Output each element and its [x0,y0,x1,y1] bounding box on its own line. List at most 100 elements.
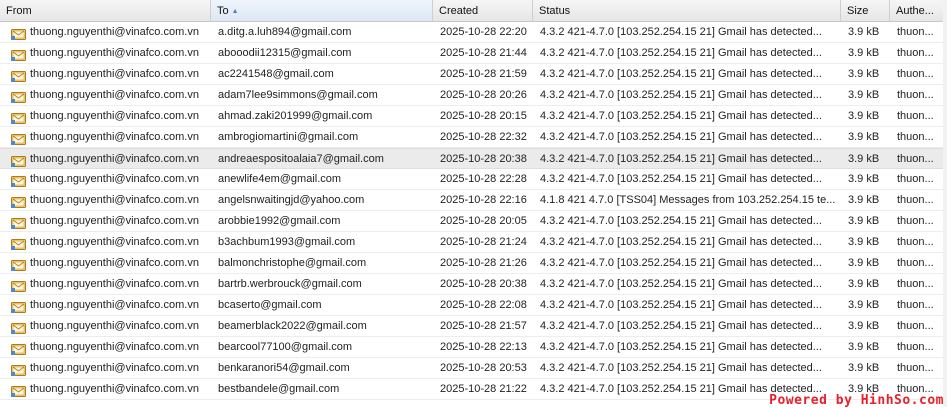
table-row[interactable]: thuong.nguyenthi@vinafco.com.vn balmonchr… [0,253,943,274]
cell-created: 2025-10-28 22:28 [440,173,527,185]
cell-size: 3.9 kB [848,110,880,122]
cell-to: bestbandele@gmail.com [218,383,340,395]
cell-authenticated: thuon... [897,89,934,101]
queued-message-icon [11,216,26,229]
table-row[interactable]: thuong.nguyenthi@vinafco.com.vn bearcool7… [0,337,943,358]
queued-message-icon [11,195,26,208]
cell-authenticated: thuon... [897,215,934,227]
table-row[interactable]: thuong.nguyenthi@vinafco.com.vn abooodii1… [0,43,943,64]
cell-from: thuong.nguyenthi@vinafco.com.vn [0,295,211,315]
queued-message-icon [11,342,26,355]
cell-status: 4.3.2 421-4.7.0 [103.252.254.15 21] Gmai… [540,68,822,80]
cell-to: arobbie1992@gmail.com [218,215,341,227]
table-row[interactable]: thuong.nguyenthi@vinafco.com.vn andreaesp… [0,148,943,169]
column-header-status[interactable]: Status [533,0,841,21]
cell-size: 3.9 kB [848,215,880,227]
cell-created: 2025-10-28 20:15 [440,110,527,122]
cell-status: 4.3.2 421-4.7.0 [103.252.254.15 21] Gmai… [540,47,822,59]
cell-to: ahmad.zaki201999@gmail.com [218,110,373,122]
cell-status: 4.3.2 421-4.7.0 [103.252.254.15 21] Gmai… [540,89,822,101]
cell-authenticated: thuon... [897,236,934,248]
cell-status: 4.3.2 421-4.7.0 [103.252.254.15 21] Gmai… [540,236,822,248]
cell-from-text: thuong.nguyenthi@vinafco.com.vn [30,110,199,122]
cell-from: thuong.nguyenthi@vinafco.com.vn [0,64,211,84]
table-row[interactable]: thuong.nguyenthi@vinafco.com.vn a.ditg.a.… [0,22,943,43]
column-header-to[interactable]: To ▲ [211,0,433,21]
table-row[interactable]: thuong.nguyenthi@vinafco.com.vn anewlife4… [0,169,943,190]
cell-status: 4.3.2 421-4.7.0 [103.252.254.15 21] Gmai… [540,215,822,227]
table-row[interactable]: thuong.nguyenthi@vinafco.com.vn bcaserto@… [0,295,943,316]
queued-message-icon [11,363,26,376]
cell-size: 3.9 kB [848,131,880,143]
column-header-label: Status [539,5,571,17]
cell-from: thuong.nguyenthi@vinafco.com.vn [0,211,211,231]
cell-to: beamerblack2022@gmail.com [218,320,367,332]
cell-created: 2025-10-28 20:38 [440,153,527,165]
table-row[interactable]: thuong.nguyenthi@vinafco.com.vn b3achbum1… [0,232,943,253]
cell-authenticated: thuon... [897,173,934,185]
cell-status: 4.3.2 421-4.7.0 [103.252.254.15 21] Gmai… [540,299,822,311]
cell-from-text: thuong.nguyenthi@vinafco.com.vn [30,299,199,311]
cell-to: bcaserto@gmail.com [218,299,322,311]
cell-from-text: thuong.nguyenthi@vinafco.com.vn [30,362,199,374]
cell-from-text: thuong.nguyenthi@vinafco.com.vn [30,278,199,290]
cell-from-text: thuong.nguyenthi@vinafco.com.vn [30,236,199,248]
cell-authenticated: thuon... [897,131,934,143]
cell-from-text: thuong.nguyenthi@vinafco.com.vn [30,131,199,143]
cell-size: 3.9 kB [848,278,880,290]
cell-created: 2025-10-28 22:16 [440,194,527,206]
column-header-label: From [6,5,32,17]
cell-size: 3.9 kB [848,89,880,101]
cell-to: adam7lee9simmons@gmail.com [218,89,378,101]
vertical-scrollbar[interactable] [943,0,947,407]
cell-created: 2025-10-28 21:59 [440,68,527,80]
queued-message-icon [11,132,26,145]
column-header-label: To [217,5,229,17]
cell-from-text: thuong.nguyenthi@vinafco.com.vn [30,26,199,38]
table-row[interactable]: thuong.nguyenthi@vinafco.com.vn ac2241548… [0,64,943,85]
cell-from: thuong.nguyenthi@vinafco.com.vn [0,22,211,42]
cell-to: andreaespositoalaia7@gmail.com [218,153,384,165]
queued-message-icon [11,90,26,103]
table-row[interactable]: thuong.nguyenthi@vinafco.com.vn beamerbla… [0,316,943,337]
table-row[interactable]: thuong.nguyenthi@vinafco.com.vn adam7lee9… [0,85,943,106]
queued-message-icon [11,300,26,313]
cell-to: anewlife4em@gmail.com [218,173,342,185]
column-header-from[interactable]: From [0,0,211,21]
queued-message-icon [11,237,26,250]
cell-authenticated: thuon... [897,278,934,290]
cell-authenticated: thuon... [897,194,934,206]
cell-from: thuong.nguyenthi@vinafco.com.vn [0,85,211,105]
table-row[interactable]: thuong.nguyenthi@vinafco.com.vn ambrogiom… [0,127,943,148]
cell-size: 3.9 kB [848,194,880,206]
table-row[interactable]: thuong.nguyenthi@vinafco.com.vn angelsnwa… [0,190,943,211]
cell-created: 2025-10-28 21:44 [440,47,527,59]
cell-authenticated: thuon... [897,26,934,38]
table-row[interactable]: thuong.nguyenthi@vinafco.com.vn bartrb.we… [0,274,943,295]
column-header-size[interactable]: Size [841,0,890,21]
queued-message-icon [11,27,26,40]
cell-status: 4.3.2 421-4.7.0 [103.252.254.15 21] Gmai… [540,278,822,290]
column-header-label: Size [847,5,869,17]
table-row[interactable]: thuong.nguyenthi@vinafco.com.vn benkarano… [0,358,943,379]
queued-message-icon [11,321,26,334]
message-list: thuong.nguyenthi@vinafco.com.vn a.ditg.a.… [0,22,943,400]
queued-message-icon [11,154,26,167]
table-row[interactable]: thuong.nguyenthi@vinafco.com.vn ahmad.zak… [0,106,943,127]
cell-from-text: thuong.nguyenthi@vinafco.com.vn [30,153,199,165]
cell-created: 2025-10-28 22:20 [440,26,527,38]
table-row[interactable]: thuong.nguyenthi@vinafco.com.vn arobbie19… [0,211,943,232]
cell-size: 3.9 kB [848,257,880,269]
cell-size: 3.9 kB [848,362,880,374]
column-header-authenticated[interactable]: Authe... [890,0,943,21]
queued-message-icon [11,384,26,397]
cell-created: 2025-10-28 20:53 [440,362,527,374]
column-header-created[interactable]: Created [433,0,533,21]
cell-from: thuong.nguyenthi@vinafco.com.vn [0,379,211,399]
cell-from-text: thuong.nguyenthi@vinafco.com.vn [30,173,199,185]
cell-created: 2025-10-28 22:08 [440,299,527,311]
cell-authenticated: thuon... [897,362,934,374]
column-header-row: From To ▲ Created Status Size Authe... [0,0,943,22]
cell-to: balmonchristophe@gmail.com [218,257,367,269]
cell-status: 4.3.2 421-4.7.0 [103.252.254.15 21] Gmai… [540,131,822,143]
